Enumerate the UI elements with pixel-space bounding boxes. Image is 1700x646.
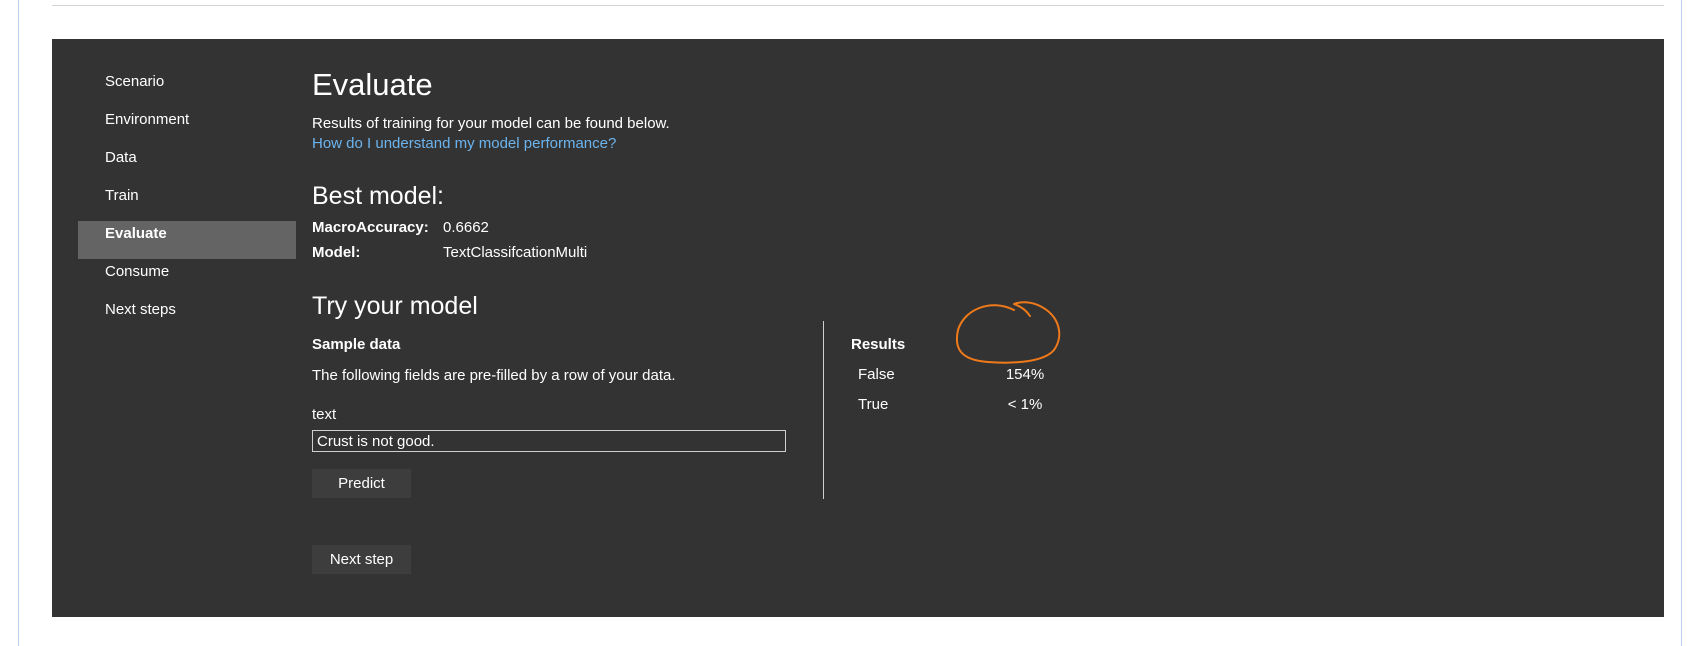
- predict-button[interactable]: Predict: [312, 469, 411, 498]
- macro-accuracy-row: MacroAccuracy: 0.6662: [312, 219, 489, 236]
- macro-accuracy-label: MacroAccuracy:: [312, 219, 429, 236]
- step-navigation: Scenario Environment Data Train Evaluate…: [78, 69, 296, 335]
- frame-right-border: [1681, 0, 1682, 646]
- model-performance-help-link[interactable]: How do I understand my model performance…: [312, 135, 616, 152]
- macro-accuracy-value: 0.6662: [443, 219, 489, 236]
- nav-item-train[interactable]: Train: [78, 183, 296, 221]
- result-value-true: < 1%: [1007, 396, 1043, 413]
- next-step-button[interactable]: Next step: [312, 545, 411, 574]
- nav-item-data[interactable]: Data: [78, 145, 296, 183]
- model-name-row: Model: TextClassifcationMulti: [312, 244, 587, 261]
- model-builder-panel: Scenario Environment Data Train Evaluate…: [52, 39, 1664, 617]
- nav-item-next-steps[interactable]: Next steps: [78, 297, 296, 335]
- sample-data-note: The following fields are pre-filled by a…: [312, 367, 676, 384]
- model-name-label: Model:: [312, 244, 361, 261]
- results-divider: [823, 321, 824, 499]
- model-name-value: TextClassifcationMulti: [443, 244, 588, 261]
- nav-item-scenario[interactable]: Scenario: [78, 69, 296, 107]
- handwritten-circle-annotation: [955, 301, 1061, 364]
- page-description: Results of training for your model can b…: [312, 115, 670, 132]
- nav-item-consume[interactable]: Consume: [78, 259, 296, 297]
- result-label-true: True: [858, 396, 889, 413]
- top-divider: [52, 5, 1664, 6]
- results-heading: Results: [851, 336, 906, 353]
- text-input[interactable]: [312, 430, 786, 452]
- best-model-heading: Best model:: [312, 182, 445, 210]
- frame-left-border: [18, 0, 19, 646]
- nav-item-evaluate[interactable]: Evaluate: [78, 221, 296, 259]
- sample-data-heading: Sample data: [312, 336, 401, 353]
- nav-item-environment[interactable]: Environment: [78, 107, 296, 145]
- result-label-false: False: [858, 366, 895, 383]
- text-field-label: text: [312, 406, 337, 423]
- try-model-heading: Try your model: [312, 292, 478, 320]
- annotation-stroke: [955, 301, 1061, 364]
- page-title: Evaluate: [312, 67, 433, 102]
